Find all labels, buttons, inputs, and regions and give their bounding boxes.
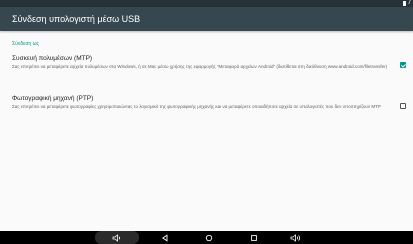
page-title: Σύνδεση υπολογιστή μέσω USB xyxy=(12,14,141,24)
recent-apps-icon xyxy=(250,234,258,242)
status-bar: 7 xyxy=(0,0,413,7)
recent-apps-button[interactable] xyxy=(245,231,263,244)
clock: 7 xyxy=(407,0,411,6)
status-right: 7 xyxy=(402,0,411,7)
volume-up-icon xyxy=(290,233,302,242)
section-header-connect-as: Σύνδεση ως xyxy=(12,41,39,47)
option-mtp[interactable]: Συσκευή πολυμέσων (MTP) Σας επιτρέπει να… xyxy=(0,50,413,80)
option-ptp[interactable]: Φωτογραφική μηχανή (PTP) Σας επιτρέπει ν… xyxy=(0,90,413,120)
option-summary: Σας επιτρέπει να μεταφέρετε φωτογραφίες … xyxy=(12,104,381,109)
volume-down-icon xyxy=(112,233,122,242)
back-icon xyxy=(161,233,169,242)
volume-up-button[interactable] xyxy=(285,231,307,244)
mtp-checkbox[interactable] xyxy=(400,62,406,68)
settings-content: Σύνδεση ως Συσκευή πολυμέσων (MTP) Σας ε… xyxy=(0,31,413,231)
option-title: Φωτογραφική μηχανή (PTP) xyxy=(12,95,94,102)
home-icon xyxy=(205,234,213,242)
action-bar: Σύνδεση υπολογιστή μέσω USB xyxy=(0,7,413,31)
option-title: Συσκευή πολυμέσων (MTP) xyxy=(12,55,93,62)
ptp-checkbox[interactable] xyxy=(400,103,406,109)
back-button[interactable] xyxy=(156,231,174,244)
battery-icon xyxy=(402,1,406,6)
volume-down-button[interactable] xyxy=(95,231,139,244)
option-summary: Σας επιτρέπει να μεταφέρετε αρχεία πολυμ… xyxy=(12,64,388,69)
home-button[interactable] xyxy=(200,231,218,244)
navigation-bar xyxy=(0,231,413,244)
